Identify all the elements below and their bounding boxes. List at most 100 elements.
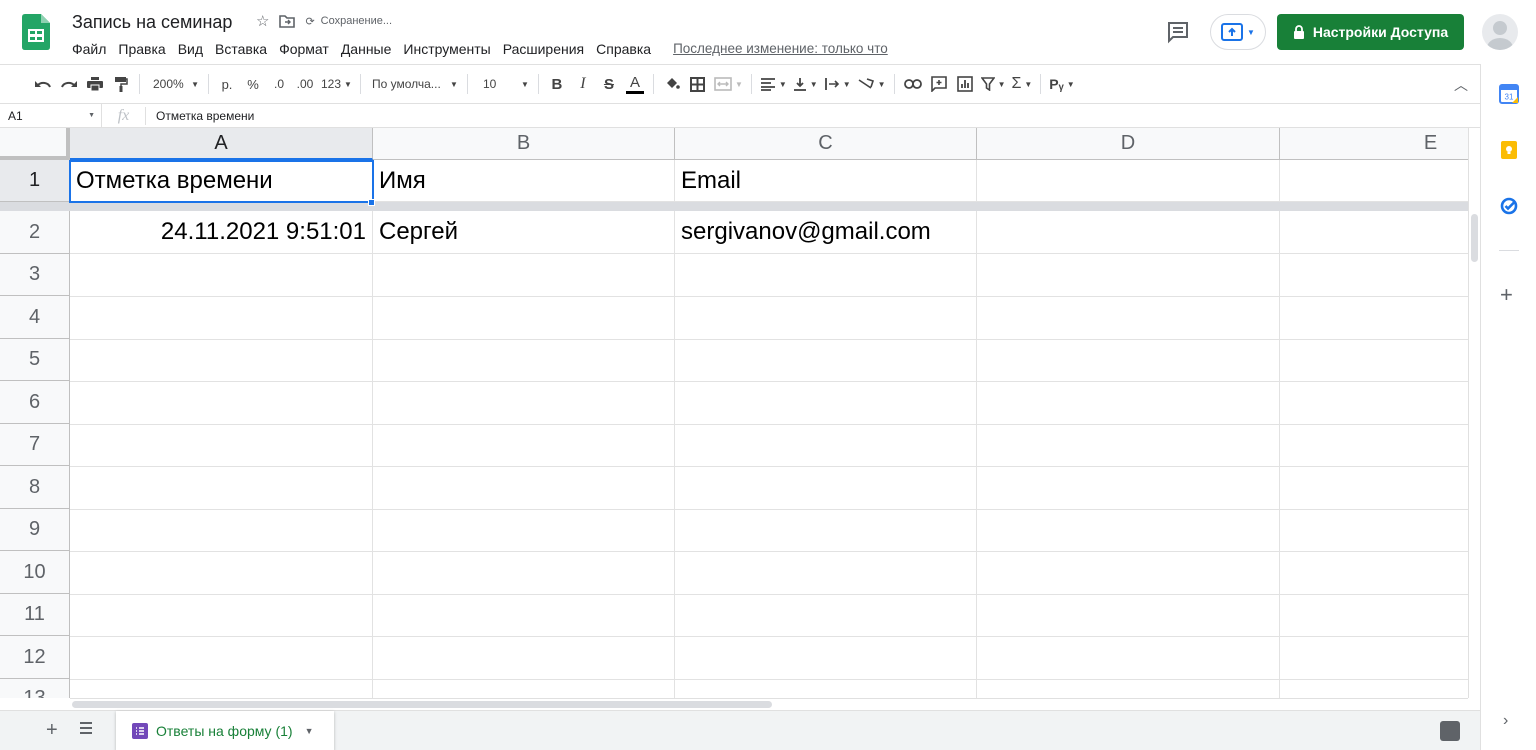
column-header-d[interactable]: D (977, 128, 1280, 160)
add-sheet-button[interactable]: + (46, 719, 58, 742)
cell-a2[interactable]: 24.11.2021 9:51:01 (70, 211, 373, 254)
avatar[interactable] (1482, 14, 1518, 50)
column-header-a[interactable]: A (70, 128, 373, 160)
menu-help[interactable]: Справка (590, 40, 657, 58)
menu-tools[interactable]: Инструменты (397, 40, 496, 58)
text-rotation-button[interactable]: ▼ (854, 70, 889, 98)
row-header-9[interactable]: 9 (0, 509, 70, 551)
row-header-12[interactable]: 12 (0, 636, 70, 679)
chevron-down-icon: ▼ (304, 726, 314, 736)
borders-button[interactable] (685, 70, 711, 98)
cell-d1[interactable] (977, 160, 1280, 202)
row-header-1[interactable]: 1 (0, 160, 70, 202)
all-sheets-icon[interactable] (78, 721, 94, 735)
redo-button[interactable] (56, 70, 82, 98)
text-color-button[interactable]: A (622, 70, 648, 98)
cell-e1[interactable] (1280, 160, 1468, 202)
text-color-swatch (625, 90, 644, 94)
merge-cells-button[interactable]: ▼ (711, 70, 746, 98)
row-header-11[interactable]: 11 (0, 594, 70, 636)
insert-comment-button[interactable] (926, 70, 952, 98)
row-header-10[interactable]: 10 (0, 551, 70, 594)
zoom-value: 200% (153, 77, 184, 91)
more-formats-button[interactable]: 123 ▼ (318, 70, 355, 98)
insert-chart-button[interactable] (952, 70, 978, 98)
italic-button[interactable]: I (570, 70, 596, 98)
cell-b1[interactable]: Имя (373, 160, 675, 202)
undo-button[interactable] (30, 70, 56, 98)
document-title[interactable]: Запись на семинар (72, 12, 232, 33)
row-header-6[interactable]: 6 (0, 381, 70, 424)
chevron-down-icon: ▼ (842, 79, 851, 89)
cell-c1[interactable]: Email (675, 160, 977, 202)
menu-data[interactable]: Данные (335, 40, 398, 58)
cell-d2[interactable] (977, 211, 1280, 254)
cell-c2[interactable]: sergivanov@gmail.com (675, 211, 977, 254)
horizontal-scrollbar-thumb[interactable] (72, 701, 772, 708)
percent-format-button[interactable]: % (240, 70, 266, 98)
cell-b2[interactable]: Сергей (373, 211, 675, 254)
row-header-8[interactable]: 8 (0, 466, 70, 509)
column-header-e[interactable]: E (1280, 128, 1468, 160)
fill-color-button[interactable] (659, 70, 685, 98)
frozen-row-divider[interactable] (0, 202, 1468, 211)
comments-icon[interactable] (1164, 18, 1192, 46)
sheet-tab-form-responses[interactable]: Ответы на форму (1) ▼ (116, 711, 334, 750)
vertical-scrollbar[interactable] (1468, 128, 1480, 698)
collapse-toolbar-icon[interactable]: ︿ (1454, 75, 1468, 95)
strikethrough-button[interactable]: S (596, 70, 622, 98)
insert-link-button[interactable] (900, 70, 926, 98)
explore-icon[interactable] (1440, 721, 1460, 741)
show-side-panel-button[interactable]: › (1503, 712, 1508, 730)
present-button[interactable]: ▼ (1210, 14, 1266, 50)
share-button[interactable]: Настройки Доступа (1277, 14, 1464, 50)
calendar-icon[interactable]: 31 (1499, 84, 1519, 104)
column-header-c[interactable]: C (675, 128, 977, 160)
paint-format-icon (115, 77, 128, 92)
row-header-3[interactable]: 3 (0, 254, 70, 296)
menu-view[interactable]: Вид (172, 40, 209, 58)
menu-extensions[interactable]: Расширения (497, 40, 590, 58)
row-header-2[interactable]: 2 (0, 211, 70, 254)
font-size-select[interactable]: 10 ▼ (473, 70, 533, 98)
menu-file[interactable]: Файл (66, 40, 112, 58)
select-all-corner[interactable] (0, 128, 70, 160)
formula-input[interactable]: Отметка времени (146, 109, 254, 123)
horizontal-scrollbar[interactable] (70, 698, 1468, 710)
menu-format[interactable]: Формат (273, 40, 335, 58)
bold-button[interactable]: B (544, 70, 570, 98)
star-icon[interactable]: ☆ (256, 12, 269, 30)
increase-decimal-button[interactable]: .00 (292, 70, 318, 98)
functions-button[interactable]: Σ ▼ (1008, 70, 1035, 98)
vertical-scrollbar-thumb[interactable] (1471, 214, 1478, 262)
name-box[interactable]: A1 ▼ (0, 103, 102, 128)
align-left-icon (760, 78, 775, 91)
last-edit-link[interactable]: Последнее изменение: только что (667, 40, 894, 58)
row-header-7[interactable]: 7 (0, 424, 70, 466)
column-header-b[interactable]: B (373, 128, 675, 160)
paint-format-button[interactable] (108, 70, 134, 98)
vertical-align-button[interactable]: ▼ (790, 70, 821, 98)
menu-insert[interactable]: Вставка (209, 40, 273, 58)
row-header-13[interactable]: 13 (0, 679, 70, 698)
horizontal-align-button[interactable]: ▼ (757, 70, 790, 98)
keep-icon[interactable] (1499, 140, 1519, 160)
fill-handle[interactable] (368, 199, 375, 206)
font-select[interactable]: По умолча... ▼ (366, 70, 462, 98)
zoom-select[interactable]: 200% ▼ (145, 70, 203, 98)
row-header-4[interactable]: 4 (0, 296, 70, 339)
get-addons-button[interactable]: + (1500, 282, 1513, 308)
move-folder-icon[interactable] (279, 14, 296, 28)
cell-a1[interactable]: Отметка времени (70, 160, 373, 202)
text-wrap-button[interactable]: ▼ (821, 70, 854, 98)
cell-e2[interactable] (1280, 211, 1468, 254)
decrease-decimal-button[interactable]: .0 (266, 70, 292, 98)
currency-format-button[interactable]: р. (214, 70, 240, 98)
menu-edit[interactable]: Правка (112, 40, 171, 58)
print-button[interactable] (82, 70, 108, 98)
tasks-icon[interactable] (1499, 196, 1519, 216)
row-header-5[interactable]: 5 (0, 339, 70, 381)
filter-button[interactable]: ▼ (978, 70, 1009, 98)
input-tools-button[interactable]: Pᵧ ▼ (1046, 70, 1077, 98)
sheets-logo-icon[interactable] (22, 14, 50, 50)
